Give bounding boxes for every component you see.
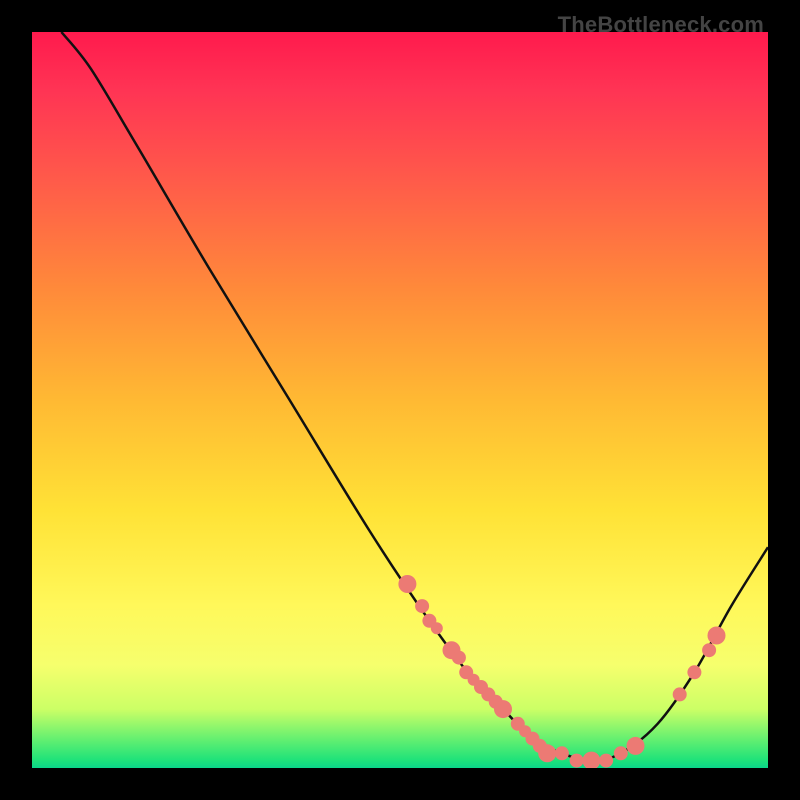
data-point [452, 651, 466, 665]
data-point [673, 687, 687, 701]
data-point [555, 746, 569, 760]
data-point [687, 665, 701, 679]
data-point [570, 754, 584, 768]
data-dots [398, 575, 725, 768]
data-point [398, 575, 416, 593]
chart-container: TheBottleneck.com [0, 0, 800, 800]
plot-area [32, 32, 768, 768]
data-point [538, 744, 556, 762]
data-point [702, 643, 716, 657]
data-point [627, 737, 645, 755]
data-point [708, 627, 726, 645]
data-point [494, 700, 512, 718]
data-point [415, 599, 429, 613]
bottleneck-curve [61, 32, 768, 761]
curve-svg [32, 32, 768, 768]
data-point [582, 752, 600, 768]
data-point [431, 622, 443, 634]
data-point [614, 746, 628, 760]
data-point [599, 754, 613, 768]
